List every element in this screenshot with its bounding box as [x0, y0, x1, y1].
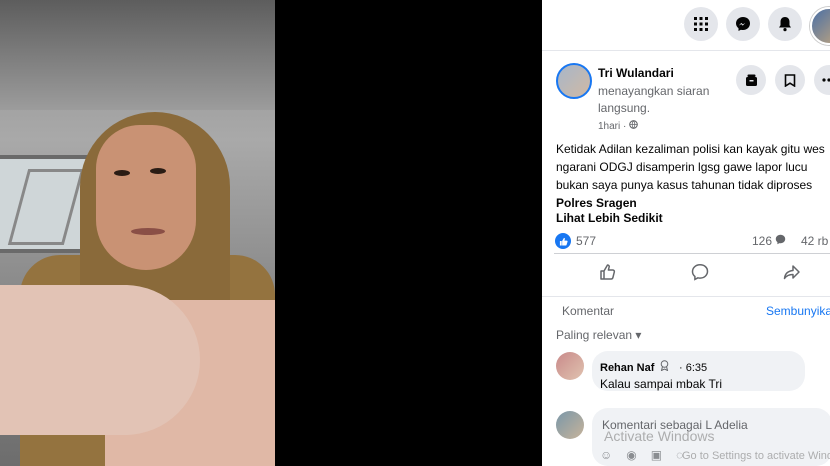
- activate-windows-watermark: Activate Windows: [604, 428, 715, 444]
- activate-windows-subtitle: Go to Settings to activate Windows.: [682, 450, 830, 462]
- bookmark-icon[interactable]: [775, 65, 805, 95]
- globe-icon: [629, 120, 638, 132]
- comment-text: Kalau sampai mbak Tri: [600, 377, 723, 391]
- live-video-player[interactable]: [0, 0, 542, 466]
- comment-button[interactable]: [670, 258, 730, 286]
- comment-time[interactable]: · 6:35: [679, 362, 707, 374]
- camera-icon[interactable]: ◉: [626, 448, 650, 462]
- person-face: [96, 125, 196, 270]
- timestamp-text: 1hari ·: [598, 121, 627, 132]
- comment-count-value: 126: [752, 234, 773, 248]
- comment-count-icon: [775, 234, 786, 248]
- divider: [554, 253, 830, 254]
- save-icon[interactable]: [736, 65, 766, 95]
- person-mouth: [131, 228, 165, 235]
- person-eye: [150, 168, 166, 174]
- person-eye: [114, 170, 130, 176]
- commenter-avatar[interactable]: [556, 352, 584, 380]
- bell-icon[interactable]: [768, 7, 802, 41]
- video-frame: [0, 0, 275, 466]
- author-avatar[interactable]: [556, 63, 592, 99]
- share-button[interactable]: [762, 258, 822, 286]
- see-less-link[interactable]: Lihat Lebih Sedikit: [556, 211, 663, 225]
- comment-sort-dropdown[interactable]: Paling relevan ▾: [556, 328, 641, 342]
- post-timestamp[interactable]: 1hari ·: [598, 120, 638, 132]
- fan-badge-icon: [659, 360, 670, 374]
- more-options-icon[interactable]: [814, 65, 830, 95]
- comment-count[interactable]: 126: [752, 234, 786, 248]
- gif-icon[interactable]: ▣: [651, 448, 676, 462]
- post-action-text: menayangkan siaran langsung.: [598, 84, 710, 115]
- commenter-name[interactable]: Rehan Naf: [600, 362, 654, 374]
- person-arm: [0, 285, 200, 435]
- hide-comments-link[interactable]: Sembunyikan: [766, 304, 830, 318]
- like-button[interactable]: [578, 258, 638, 286]
- menu-grid-icon[interactable]: [684, 7, 718, 41]
- comments-tab[interactable]: Komentar: [562, 304, 614, 318]
- emoji-icon[interactable]: ☺: [600, 448, 626, 462]
- car-ceiling: [0, 0, 275, 110]
- facebook-post-panel: Tri Wulandari menayangkan siaran langsun…: [542, 0, 830, 466]
- current-user-avatar[interactable]: [556, 411, 584, 439]
- messenger-icon[interactable]: [726, 7, 760, 41]
- reaction-count[interactable]: 577: [576, 234, 596, 248]
- post-caption: Ketidak Adilan kezaliman polisi kan kaya…: [556, 140, 830, 212]
- profile-avatar[interactable]: [810, 7, 830, 45]
- caption-text: Ketidak Adilan kezaliman polisi kan kaya…: [556, 142, 825, 192]
- top-navigation-bar: [542, 0, 830, 51]
- like-reaction-icon: [555, 233, 571, 249]
- share-count[interactable]: 42 rb: [801, 234, 828, 248]
- caption-mention[interactable]: Polres Sragen: [556, 196, 637, 210]
- author-name[interactable]: Tri Wulandari: [598, 66, 674, 80]
